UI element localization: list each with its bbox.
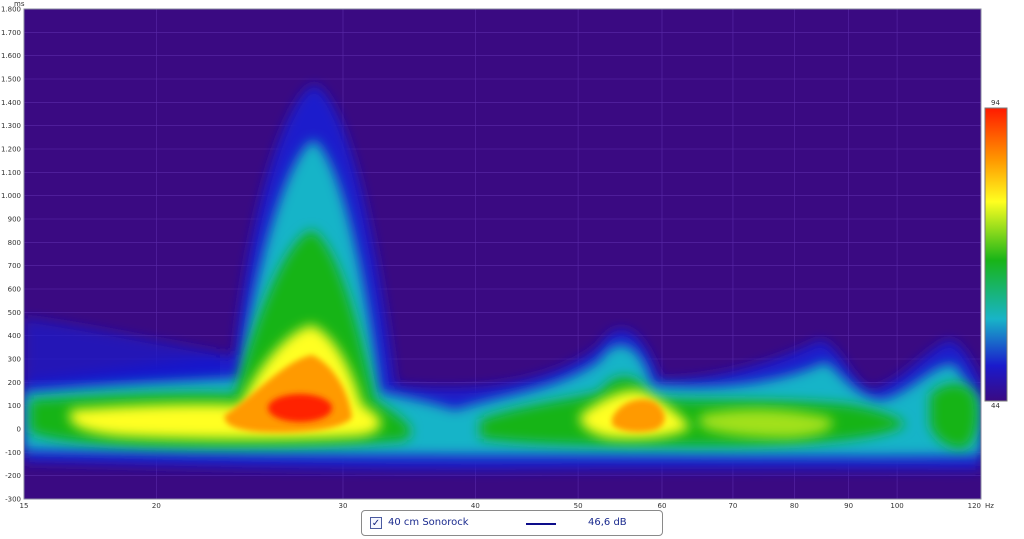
x-tick-label: 70: [728, 502, 737, 510]
y-axis-ticks: -300-200-1000100200300400500600700800900…: [1, 6, 21, 504]
x-axis-ticks: 15 20 30 40 50 60 70 80 90 100 120: [20, 502, 981, 510]
y-tick-label: 700: [8, 262, 21, 270]
x-tick-label: 60: [658, 502, 667, 510]
legend-series-name: 40 cm Sonorock: [388, 517, 469, 528]
legend: ✓ 40 cm Sonorock 46,6 dB: [361, 510, 663, 536]
y-tick-label: 100: [8, 402, 21, 410]
y-tick-label: 300: [8, 356, 21, 364]
x-axis-unit: Hz: [985, 502, 994, 510]
x-tick-label: 80: [790, 502, 799, 510]
x-tick-label: 90: [844, 502, 853, 510]
y-tick-label: 600: [8, 286, 21, 294]
y-tick-label: 0: [17, 426, 21, 434]
y-tick-label: 1.600: [1, 52, 21, 60]
y-tick-label: 800: [8, 239, 21, 247]
x-tick-label: 100: [890, 502, 903, 510]
colorbar-min-label: 44: [991, 402, 1000, 410]
legend-series-value: 46,6 dB: [588, 517, 627, 528]
y-tick-label: 1.500: [1, 76, 21, 84]
y-tick-label: 1.700: [1, 29, 21, 37]
y-tick-label: 1.000: [1, 192, 21, 200]
x-tick-label: 40: [471, 502, 480, 510]
y-tick-label: -100: [5, 449, 21, 457]
colorbar: [984, 107, 1008, 402]
y-tick-label: -200: [5, 472, 21, 480]
y-tick-label: 1.200: [1, 146, 21, 154]
y-tick-label: 1.300: [1, 122, 21, 130]
y-axis-unit: ms: [14, 0, 25, 8]
y-tick-label: 400: [8, 332, 21, 340]
series-checkbox[interactable]: ✓: [370, 517, 382, 529]
colorbar-max-label: 94: [991, 99, 1000, 107]
y-tick-label: 1.100: [1, 169, 21, 177]
y-tick-label: 200: [8, 379, 21, 387]
x-tick-label: 15: [20, 502, 29, 510]
y-tick-label: 500: [8, 309, 21, 317]
legend-series-line: [526, 523, 556, 525]
x-tick-label: 20: [152, 502, 161, 510]
y-tick-label: 1.400: [1, 99, 21, 107]
waterfall-chart: -300-200-1000100200300400500600700800900…: [1, 0, 1008, 510]
x-tick-label: 30: [339, 502, 348, 510]
x-tick-label: 50: [574, 502, 583, 510]
y-tick-label: 900: [8, 216, 21, 224]
x-tick-label: 120: [968, 502, 981, 510]
